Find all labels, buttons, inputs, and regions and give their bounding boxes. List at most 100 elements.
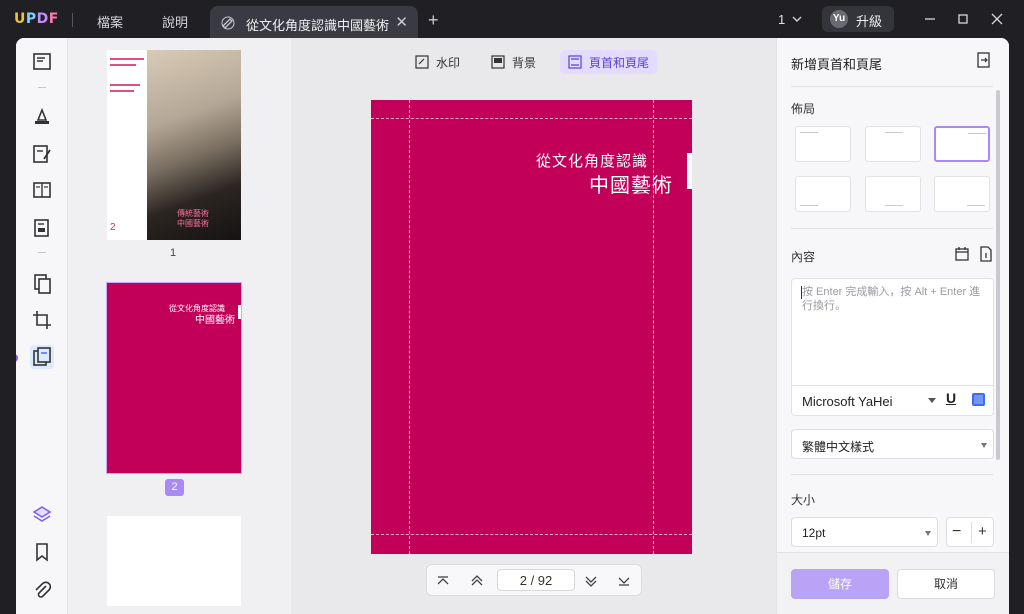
avatar: Yu xyxy=(830,10,848,28)
page-number-input[interactable]: 2 / 92 xyxy=(497,569,575,591)
style-select-value: 繁體中文樣式 xyxy=(802,440,875,454)
add-tab-icon[interactable]: + xyxy=(428,10,439,31)
font-size-select[interactable]: 12pt xyxy=(791,517,938,547)
background-label: 背景 xyxy=(512,55,537,70)
menu-help[interactable]: 說明 xyxy=(162,12,188,31)
pages-icon xyxy=(34,274,51,294)
layout-option-bottom-right[interactable] xyxy=(934,176,990,212)
header-footer-tool-icon xyxy=(33,347,51,366)
last-page-icon[interactable] xyxy=(616,573,632,589)
maximize-icon[interactable] xyxy=(955,11,971,27)
thumb-tick xyxy=(238,305,241,319)
thumbnail-image: 傳統藝術 中國藝術 2 xyxy=(107,50,241,240)
increase-size-button[interactable]: + xyxy=(978,523,987,540)
panel-divider xyxy=(791,86,993,87)
form-tool[interactable] xyxy=(30,216,54,240)
font-family-select[interactable]: Microsoft YaHei xyxy=(802,394,893,409)
content-label: 內容 xyxy=(791,250,816,264)
upgrade-label: 升級 xyxy=(856,14,883,29)
pdf-page[interactable]: 從文化角度認識 中國藝術 xyxy=(371,100,692,554)
page-tools-tool[interactable] xyxy=(30,345,54,369)
font-size-value: 12pt xyxy=(802,526,826,540)
text-caret xyxy=(801,286,802,299)
attachment-tool[interactable] xyxy=(30,578,54,602)
page-number-icon[interactable] xyxy=(978,246,994,262)
title-divider xyxy=(72,13,73,27)
cancel-button[interactable]: 取消 xyxy=(897,569,995,599)
header-footer-panel: 新增頁首和頁尾 佈局 內容 按 Enter 完成輸入，按 Alt + Enter… xyxy=(776,38,1009,614)
toolbar-divider xyxy=(38,252,46,253)
layers-tool[interactable] xyxy=(30,502,54,526)
layout-option-top-left[interactable] xyxy=(795,126,851,162)
layout-option-top-right[interactable] xyxy=(934,126,990,162)
active-indicator xyxy=(16,354,18,362)
panel-divider xyxy=(791,228,993,229)
thumb-header-line2: 中國藝術 xyxy=(195,315,235,326)
window-count[interactable]: 1 xyxy=(778,12,785,27)
thumbnail-number-selected: 2 xyxy=(165,479,184,496)
comment-tool[interactable] xyxy=(30,104,54,128)
previous-page-icon[interactable] xyxy=(469,573,485,589)
style-select[interactable]: 繁體中文樣式 xyxy=(791,429,994,459)
layout-line xyxy=(885,132,903,133)
layout-line xyxy=(885,205,903,206)
layout-line xyxy=(967,205,985,206)
stepper-divider xyxy=(971,522,972,543)
form-icon xyxy=(34,219,49,237)
layout-option-top-center[interactable] xyxy=(865,126,921,162)
page-header-line2: 中國藝術 xyxy=(589,175,673,197)
exit-panel-icon[interactable] xyxy=(976,52,992,68)
document-tab[interactable]: 從文化角度認識中國藝術 ✕ xyxy=(210,6,418,40)
font-toolbar: Microsoft YaHei U xyxy=(791,386,994,416)
crop-tool[interactable] xyxy=(30,308,54,332)
header-footer-button[interactable]: 頁首和頁尾 xyxy=(560,50,658,74)
organize-pages-tool[interactable] xyxy=(30,272,54,296)
paperclip-icon xyxy=(35,581,52,598)
underline-button[interactable]: U xyxy=(946,390,956,406)
thumbnail-image: 從文化角度認識 中國藝術 xyxy=(106,282,242,474)
close-tab-icon[interactable]: ✕ xyxy=(395,13,408,31)
page-header-line1: 從文化角度認識 xyxy=(535,153,648,170)
date-icon[interactable] xyxy=(954,246,970,262)
layout-line xyxy=(800,132,818,133)
menu-file[interactable]: 檔案 xyxy=(97,12,123,31)
thumb-text-line xyxy=(110,64,136,66)
columns-icon xyxy=(33,182,51,198)
chevron-down-icon[interactable] xyxy=(792,14,802,24)
save-button[interactable]: 儲存 xyxy=(791,569,889,599)
layout-option-bottom-left[interactable] xyxy=(795,176,851,212)
page-layout-tool[interactable] xyxy=(30,178,54,202)
edit-pdf-tool[interactable] xyxy=(30,142,54,166)
watermark-icon xyxy=(415,55,429,69)
watermark-button[interactable]: 水印 xyxy=(407,50,468,74)
edit-doc-icon xyxy=(221,16,235,30)
chevron-down-icon[interactable] xyxy=(928,398,936,403)
upgrade-button[interactable]: Yu 升級 xyxy=(822,6,894,32)
watermark-label: 水印 xyxy=(436,55,461,70)
edit-text-icon xyxy=(33,145,51,163)
toolbar-divider xyxy=(38,87,46,88)
layout-label: 佈局 xyxy=(791,102,816,116)
close-window-icon[interactable] xyxy=(989,11,1005,27)
bookmark-tool[interactable] xyxy=(30,540,54,564)
next-page-icon[interactable] xyxy=(583,573,599,589)
minimize-icon[interactable] xyxy=(922,11,938,27)
reader-mode-tool[interactable] xyxy=(30,50,54,74)
layout-line xyxy=(968,133,986,134)
header-footer-label: 頁首和頁尾 xyxy=(589,55,650,70)
panel-footer: 儲存 取消 xyxy=(777,552,1009,614)
layout-line xyxy=(800,205,818,206)
panel-scrollbar[interactable] xyxy=(996,90,1000,460)
decrease-size-button[interactable]: − xyxy=(952,523,961,541)
first-page-icon[interactable] xyxy=(435,573,451,589)
font-color-button[interactable] xyxy=(972,393,985,406)
content-textarea[interactable]: 按 Enter 完成輸入，按 Alt + Enter 進行換行。 xyxy=(791,278,994,386)
panel-title: 新增頁首和頁尾 xyxy=(791,57,883,72)
chevron-down-icon xyxy=(981,443,987,448)
header-footer-icon xyxy=(568,55,582,69)
layout-option-bottom-center[interactable] xyxy=(865,176,921,212)
background-button[interactable]: 背景 xyxy=(483,50,544,74)
thumbnail-number: 1 xyxy=(170,247,177,259)
bookmark-icon xyxy=(36,543,48,562)
textarea-placeholder: 按 Enter 完成輸入，按 Alt + Enter 進行換行。 xyxy=(802,286,981,312)
